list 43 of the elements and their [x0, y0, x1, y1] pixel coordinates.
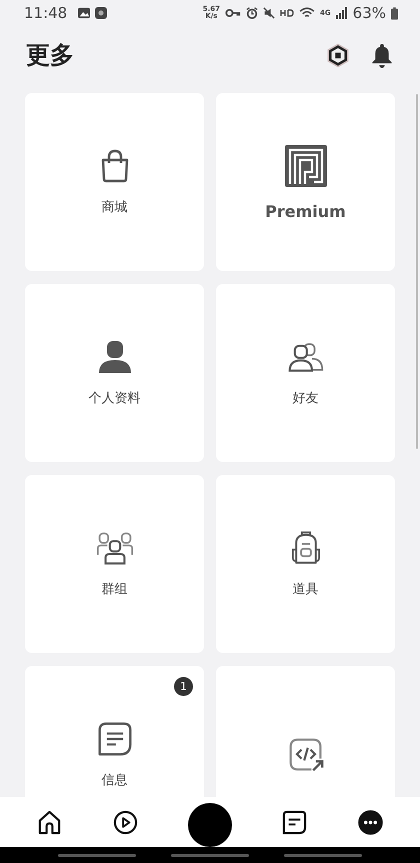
hexagon-currency-icon[interactable]: [326, 42, 350, 68]
premium-logo-icon: [284, 144, 328, 188]
image-icon: [78, 7, 90, 19]
person-icon: [96, 339, 132, 375]
home-key[interactable]: [170, 854, 249, 856]
tile-label: 个人资料: [88, 390, 140, 407]
back-key[interactable]: [284, 854, 362, 856]
menu-tile[interactable]: 群组: [25, 475, 204, 653]
chat-icon: [282, 810, 308, 834]
menu-tile[interactable]: Premium: [216, 93, 395, 271]
menu-tile[interactable]: [216, 666, 395, 797]
menu-tile[interactable]: 个人资料: [25, 284, 204, 462]
home-icon: [37, 810, 62, 834]
tile-label: 群组: [102, 581, 128, 598]
tile-label: 好友: [292, 390, 318, 407]
status-time: 11:48: [24, 4, 68, 22]
menu-tile[interactable]: 道具: [216, 475, 395, 653]
app-icon: [95, 7, 108, 19]
page-title: 更多: [26, 40, 75, 71]
tile-label: 道具: [292, 581, 318, 598]
tile-label: 商城: [102, 199, 128, 216]
alarm-icon: [246, 7, 258, 19]
wifi-icon: [299, 7, 316, 19]
menu-tile[interactable]: 商城: [25, 93, 204, 271]
hd-label-icon: [280, 9, 294, 17]
message-icon: [96, 721, 132, 757]
notification-count: 1: [174, 677, 193, 696]
play-icon: [112, 810, 138, 834]
key-icon: [225, 7, 242, 19]
more-tab[interactable]: [356, 808, 385, 836]
signal-icon: [336, 7, 348, 19]
tile-label: 信息: [102, 772, 128, 789]
recents-key[interactable]: [58, 854, 136, 856]
code-icon: [288, 737, 324, 773]
tile-label: Premium: [265, 202, 346, 220]
group-icon: [96, 530, 132, 566]
menu-tile[interactable]: 信息 1: [25, 666, 204, 797]
battery-percent: 63%: [352, 4, 386, 22]
mute-icon: [263, 7, 276, 19]
notification-bell-icon[interactable]: [370, 42, 394, 68]
battery-icon: [391, 6, 398, 20]
menu-tile[interactable]: 好友: [216, 284, 395, 462]
more-icon: [358, 810, 383, 834]
